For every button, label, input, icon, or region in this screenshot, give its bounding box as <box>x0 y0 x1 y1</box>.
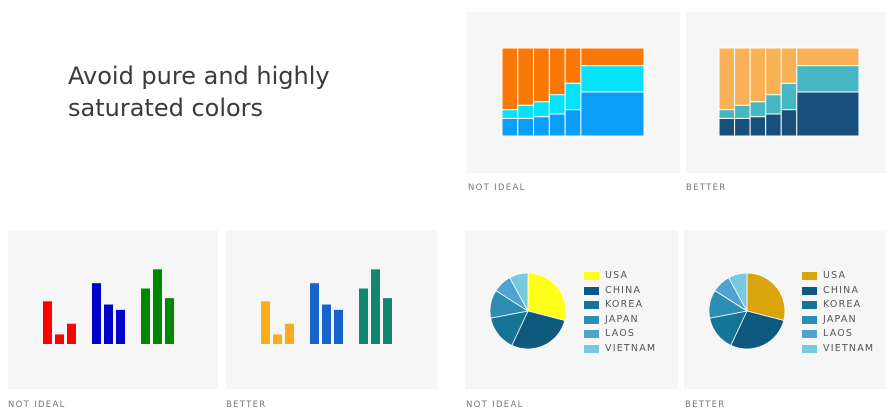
legend-label: JAPAN <box>605 313 639 325</box>
mosaic-segment <box>734 117 751 137</box>
legend-swatch <box>802 286 817 295</box>
legend-label: VIETNAM <box>823 342 875 354</box>
bars-better-panel <box>226 230 437 389</box>
mosaic-segment <box>564 47 582 84</box>
mosaic-segment <box>501 109 519 119</box>
legend-label: LAOS <box>823 328 854 339</box>
mosaic-segment <box>780 109 798 137</box>
mosaic-segment <box>548 113 566 137</box>
mosaic-segment <box>501 117 519 137</box>
pie-not-ideal-chart <box>489 272 567 350</box>
mosaic-segment <box>734 47 751 106</box>
legend-swatch <box>584 315 599 324</box>
bar <box>165 298 174 344</box>
mosaic-segment <box>548 47 566 96</box>
pie-not-ideal-panel: USA CHINA KOREA JAPAN LAOS VIETNAM <box>465 230 678 389</box>
legend-label: CHINA <box>605 284 642 296</box>
pie-better-caption: BETTER <box>685 400 726 410</box>
mosaic-segment <box>533 101 550 118</box>
bar <box>383 298 392 344</box>
legend-swatch <box>802 330 817 338</box>
mosaic-segment <box>564 82 582 111</box>
mosaic-segment <box>501 47 519 111</box>
bar <box>92 283 101 344</box>
legend-label: JAPAN <box>823 313 857 325</box>
mosaic-segment <box>765 113 782 137</box>
bar <box>153 269 162 344</box>
page-title: Avoid pure and highly saturated colors <box>68 62 330 122</box>
bars-better-caption: BETTER <box>226 400 267 410</box>
mosaic-segment <box>533 116 550 137</box>
mosaic-segment <box>765 47 782 96</box>
bar <box>104 304 113 344</box>
bar <box>67 323 76 344</box>
bar <box>55 334 64 344</box>
legend-swatch <box>802 344 817 353</box>
legend-swatch <box>802 272 817 280</box>
mosaic-segment <box>580 65 645 93</box>
bar <box>43 301 52 344</box>
bars-not-ideal-chart <box>43 269 174 344</box>
legend-label: USA <box>823 270 847 281</box>
mosaic-segment <box>718 109 736 119</box>
legend-swatch <box>802 315 817 324</box>
mosaic-segment <box>796 47 860 67</box>
mosaic-segment <box>580 47 645 67</box>
mosaic-segment <box>780 47 798 84</box>
bar <box>322 304 331 344</box>
bar <box>273 334 282 344</box>
mosaic-segment <box>564 109 582 137</box>
bar <box>334 309 343 344</box>
bar <box>261 301 270 344</box>
bar <box>310 283 319 344</box>
mosaic-segment <box>796 65 860 93</box>
mosaic-segment <box>749 101 767 118</box>
mosaic-segment <box>533 47 550 103</box>
mosaic-segment <box>734 104 751 119</box>
pie-not-ideal-caption: NOT IDEAL <box>466 400 524 410</box>
bar <box>141 288 150 344</box>
mosaic-better-caption: BETTER <box>686 183 727 193</box>
mosaic-not-ideal-panel <box>467 12 680 173</box>
bar <box>359 288 368 344</box>
bar <box>285 323 294 344</box>
mosaic-segment <box>517 47 535 106</box>
pie-better-panel: USA CHINA KOREA JAPAN LAOS VIETNAM <box>684 230 886 389</box>
mosaic-segment <box>765 94 782 115</box>
bar <box>371 269 380 344</box>
legend-label: KOREA <box>823 299 862 310</box>
legend-swatch <box>802 301 817 309</box>
mosaic-not-ideal-chart <box>501 47 645 137</box>
mosaic-segment <box>780 82 798 111</box>
legend-label: KOREA <box>605 299 644 310</box>
legend-swatch <box>584 344 599 353</box>
legend-label: LAOS <box>605 328 636 339</box>
bars-better-chart <box>261 269 392 344</box>
mosaic-segment <box>580 91 645 137</box>
mosaic-segment <box>517 117 535 137</box>
mosaic-segment <box>749 116 767 137</box>
legend-swatch <box>584 272 599 280</box>
mosaic-better-panel <box>686 12 886 173</box>
bar <box>116 309 125 344</box>
legend-label: VIETNAM <box>605 342 657 354</box>
mosaic-better-chart <box>718 47 860 137</box>
mosaic-segment <box>718 117 736 137</box>
mosaic-segment <box>796 91 860 137</box>
legend-swatch <box>584 286 599 295</box>
legend-label: CHINA <box>823 284 860 296</box>
legend-label: USA <box>605 270 629 281</box>
mosaic-segment <box>517 104 535 119</box>
mosaic-segment <box>548 94 566 115</box>
bars-not-ideal-panel <box>8 230 218 389</box>
mosaic-segment <box>749 47 767 103</box>
legend-swatch <box>584 330 599 338</box>
mosaic-segment <box>718 47 736 111</box>
legend-swatch <box>584 301 599 309</box>
bars-not-ideal-caption: NOT IDEAL <box>8 400 66 410</box>
mosaic-not-ideal-caption: NOT IDEAL <box>468 183 526 193</box>
